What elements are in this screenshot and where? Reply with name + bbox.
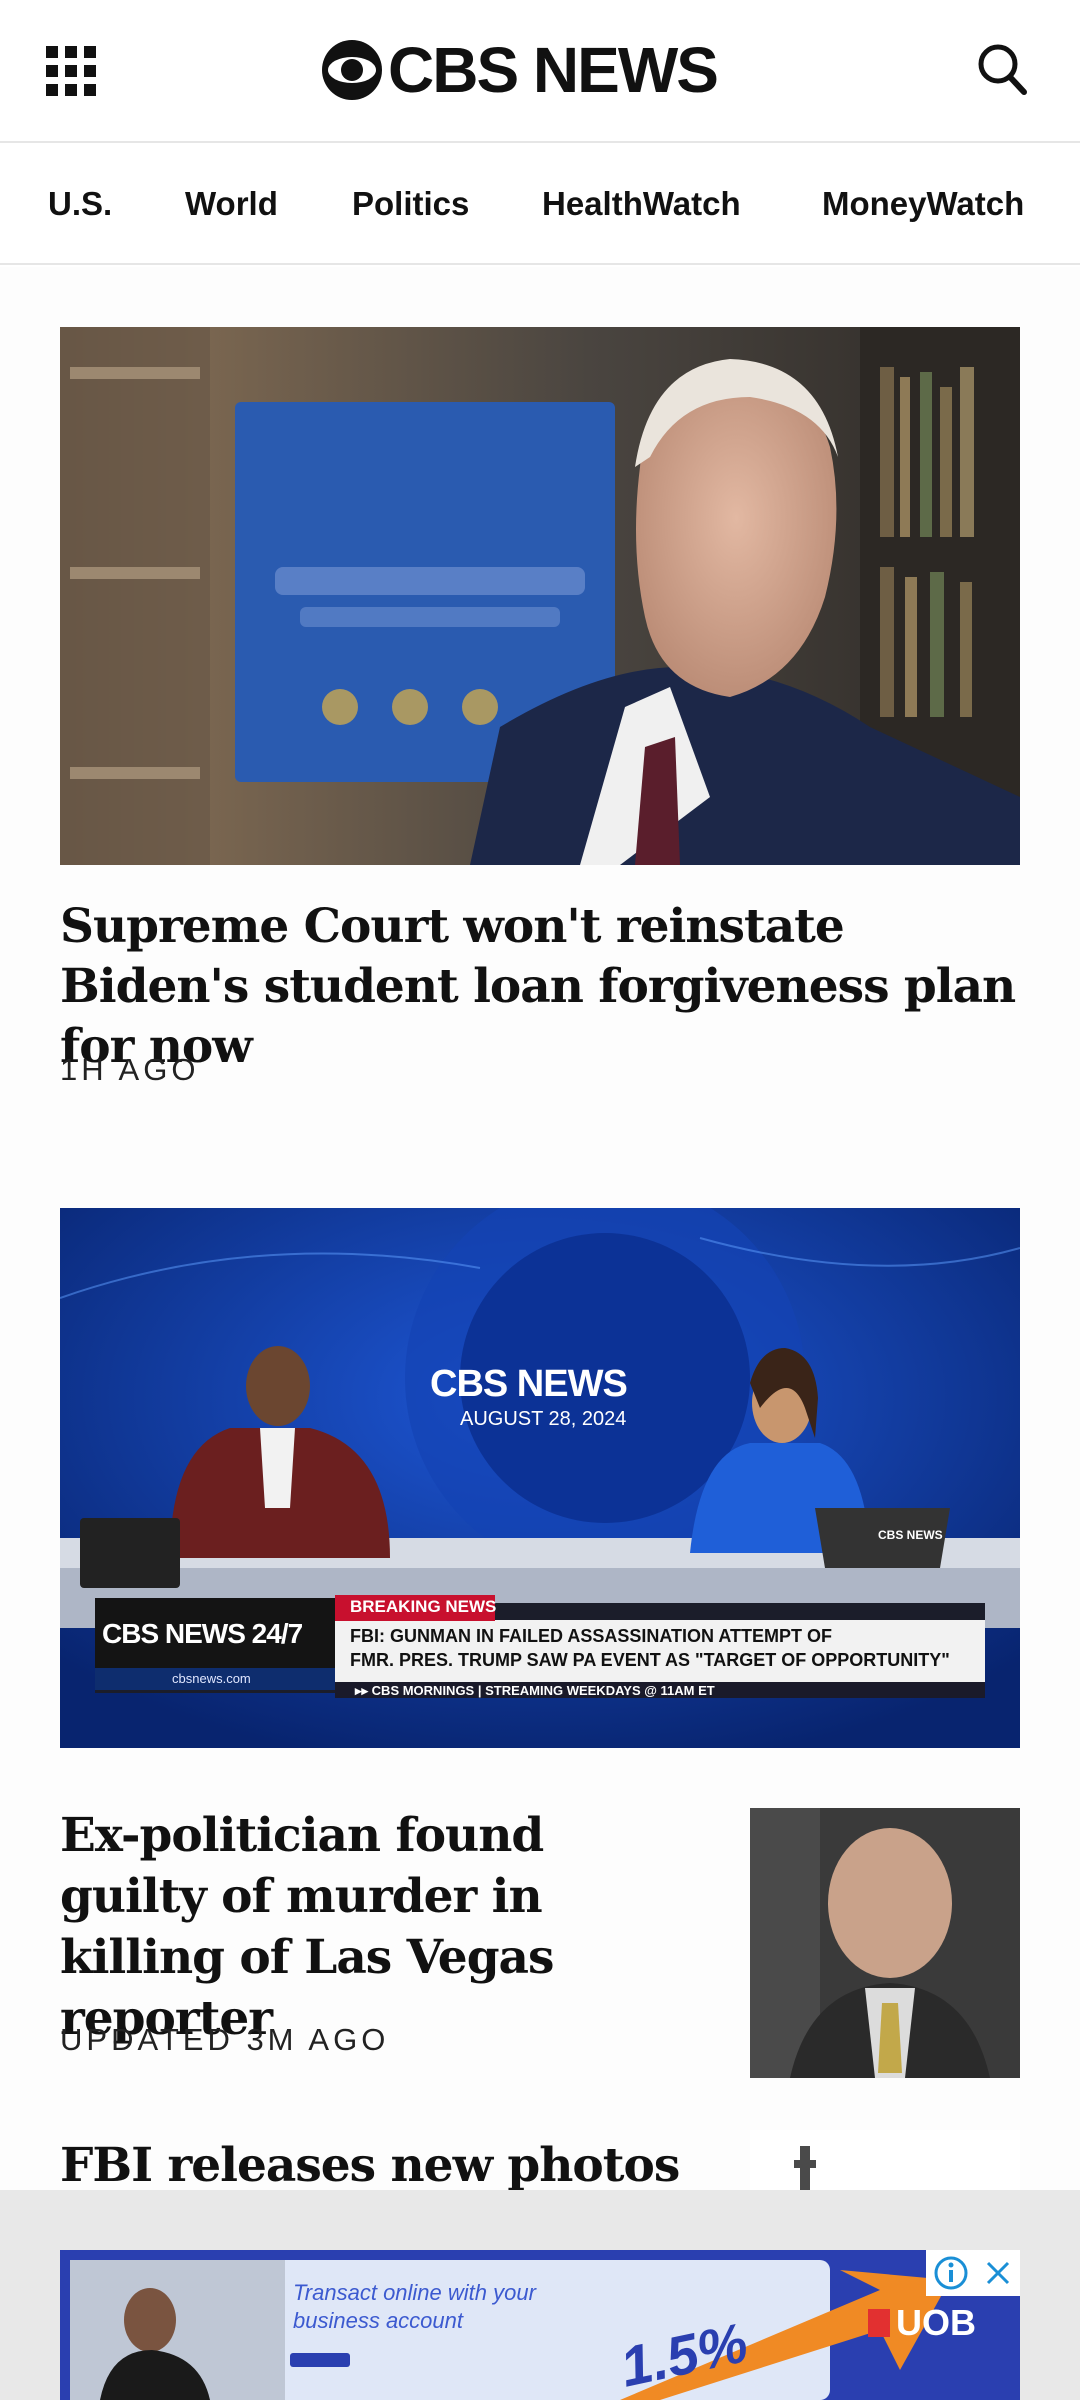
story-timestamp: UPDATED 3M AGO — [60, 2022, 390, 2057]
ad-text-line-2: business account — [293, 2308, 463, 2333]
cbs-news-logo[interactable]: CBS NEWS — [322, 30, 719, 110]
video-site-url: cbsnews.com — [172, 1671, 251, 1686]
app-header: CBS NEWS — [0, 0, 1080, 143]
video-date: AUGUST 28, 2024 — [460, 1408, 627, 1430]
breaking-line-2: FMR. PRES. TRUMP SAW PA EVENT AS "TARGET… — [350, 1650, 950, 1670]
video-channel-badge: CBS NEWS 24/7 — [102, 1618, 303, 1649]
story-thumbnail-illustration — [750, 1808, 1020, 2078]
ad-brand-text: UOB — [896, 2302, 976, 2343]
logo-text: CBS NEWS — [388, 34, 719, 106]
nav-item-politics[interactable]: Politics — [352, 185, 469, 223]
story-thumbnail[interactable] — [750, 1808, 1020, 2078]
nav-item-world[interactable]: World — [185, 185, 278, 223]
video-cbs-logo: CBS NEWS — [430, 1363, 628, 1405]
ad-controls — [926, 2250, 1020, 2296]
ad-close-icon[interactable] — [982, 2257, 1014, 2289]
cbs-eye-icon — [322, 40, 382, 100]
hero-photo-illustration — [60, 327, 1020, 865]
breaking-line-1: FBI: GUNMAN IN FAILED ASSASSINATION ATTE… — [350, 1626, 832, 1646]
search-icon[interactable] — [976, 42, 1028, 98]
section-nav: U.S. World Politics HealthWatch MoneyWat… — [0, 145, 1080, 265]
hero-story-timestamp: 1H AGO — [60, 1052, 200, 1087]
story-headline[interactable]: FBI releases new photos — [60, 2135, 700, 2196]
nav-item-moneywatch[interactable]: MoneyWatch — [822, 185, 1024, 223]
breaking-news-label: BREAKING NEWS — [350, 1597, 497, 1616]
video-ticker: ▸▸ CBS MORNINGS | STREAMING WEEKDAYS @ 1… — [355, 1683, 715, 1698]
ad-banner[interactable]: Transact online with your business accou… — [60, 2250, 1020, 2400]
story-headline[interactable]: Ex-politician found guilty of murder in … — [60, 1805, 700, 2049]
ad-bar: Transact online with your business accou… — [0, 2190, 1080, 2400]
ad-text-line-1: Transact online with your — [293, 2280, 536, 2305]
hero-story-headline[interactable]: Supreme Court won't reinstate Biden's st… — [60, 897, 1020, 1077]
hero-story-image[interactable] — [60, 327, 1020, 865]
ad-info-icon[interactable] — [933, 2255, 969, 2291]
uob-mark-icon — [868, 2309, 890, 2337]
desk-monitor-logo: CBS NEWS — [878, 1528, 943, 1542]
live-video-player[interactable]: CBS NEWS AUGUST 28, 2024 CBS NEWS 24/7 c… — [60, 1208, 1020, 1748]
grid-menu-icon[interactable] — [46, 46, 96, 96]
nav-item-healthwatch[interactable]: HealthWatch — [542, 185, 741, 223]
ad-brand-logo: UOB — [868, 2302, 976, 2344]
nav-item-us[interactable]: U.S. — [48, 185, 112, 223]
